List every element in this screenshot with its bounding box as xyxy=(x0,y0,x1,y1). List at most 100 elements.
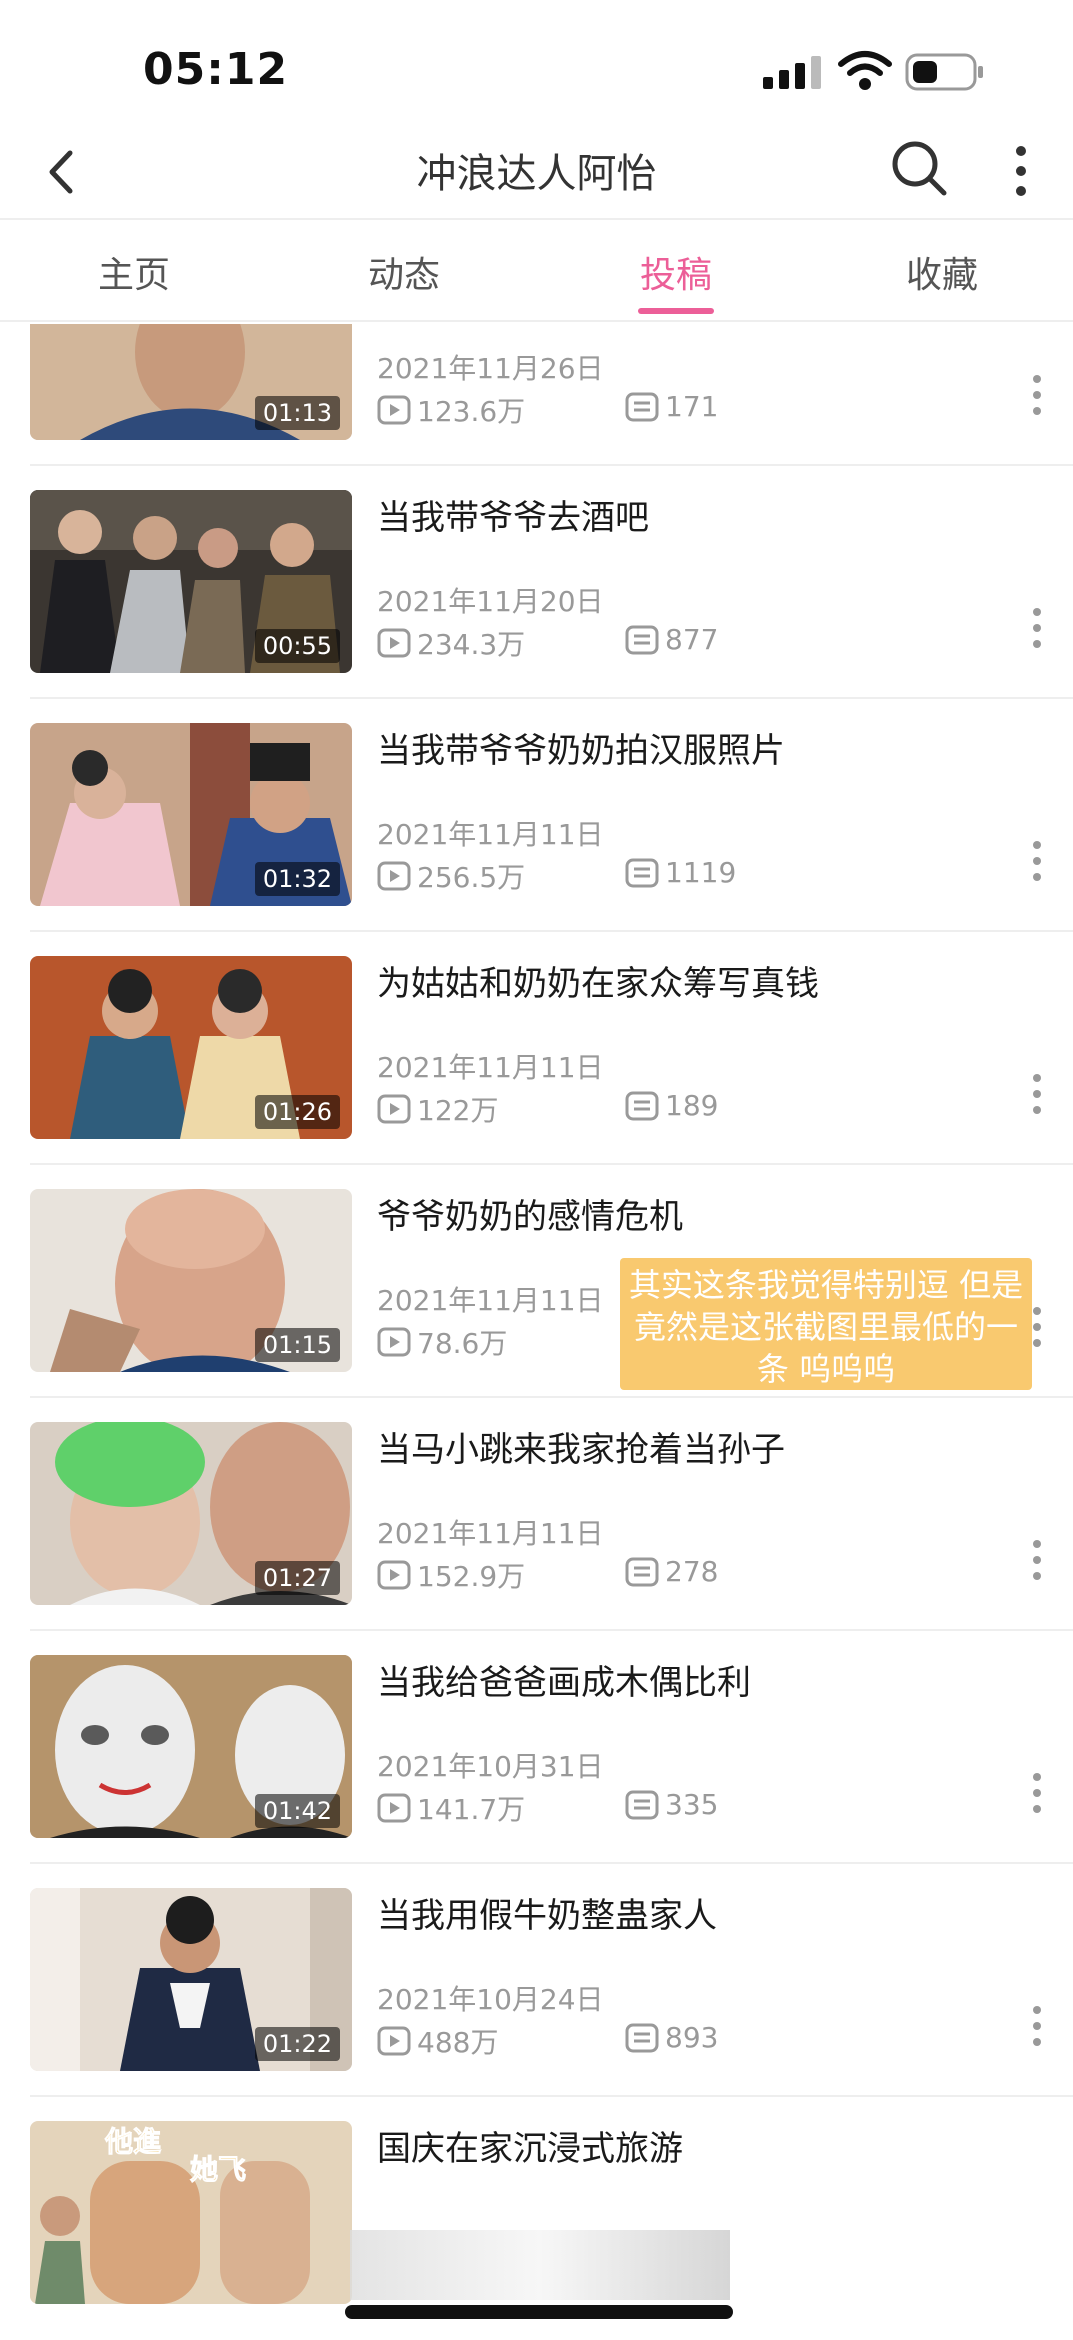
play-count-text: 122万 xyxy=(417,1094,499,1127)
play-count-text: 141.7万 xyxy=(417,1793,526,1826)
video-more-icon[interactable] xyxy=(1030,1771,1044,1815)
video-more-icon[interactable] xyxy=(1030,1305,1044,1349)
video-duration: 01:32 xyxy=(254,862,340,896)
video-more-icon[interactable] xyxy=(1030,839,1044,883)
clock: 05:12 xyxy=(143,44,289,95)
tab-activity[interactable]: 动态 xyxy=(294,246,514,298)
play-count-text: 78.6万 xyxy=(417,1327,508,1360)
video-item[interactable]: 01:26 为姑姑和奶奶在家众筹写真钱 2021年11月11日 122万 189 xyxy=(0,932,1073,1165)
video-thumbnail[interactable]: 00:55 xyxy=(30,490,352,673)
comment-count: 189 xyxy=(625,1089,718,1122)
play-count-icon xyxy=(377,861,411,891)
annotation-note: 其实这条我觉得特别逗 但是竟然是这张截图里最低的一条 呜呜呜 xyxy=(620,1258,1032,1390)
comment-count-text: 1119 xyxy=(665,856,737,889)
play-count: 122万 xyxy=(377,1089,498,1129)
video-title[interactable]: 当我用假牛奶整蛊家人 xyxy=(377,1888,717,1937)
app-screen: 05:12 冲浪达人阿怡 主页 动态 投稿 收藏 01:13 2021年11月2… xyxy=(0,0,1073,2340)
comment-count: 1119 xyxy=(625,856,736,889)
battery-icon xyxy=(905,53,983,91)
video-item[interactable]: 01:13 2021年11月26日 123.6万 171 xyxy=(0,324,1073,466)
video-thumbnail[interactable]: 01:15 xyxy=(30,1189,352,1372)
video-more-icon[interactable] xyxy=(1030,2004,1044,2048)
video-date: 2021年10月31日 xyxy=(377,1750,604,1783)
play-count-text: 234.3万 xyxy=(417,628,526,661)
search-icon[interactable] xyxy=(888,137,950,199)
video-duration: 01:42 xyxy=(254,1794,340,1828)
comment-icon xyxy=(625,625,659,654)
video-date: 2021年10月24日 xyxy=(377,1983,604,2016)
play-count-icon xyxy=(377,1793,411,1823)
video-thumbnail[interactable]: 01:32 xyxy=(30,723,352,906)
cellular-signal-icon xyxy=(763,56,821,89)
play-count-icon xyxy=(377,1327,411,1357)
play-count-icon xyxy=(377,628,411,658)
comment-count-text: 893 xyxy=(665,2021,719,2054)
comment-icon xyxy=(625,1790,659,1819)
video-thumbnail[interactable]: 01:13 xyxy=(30,324,352,440)
comment-icon xyxy=(625,1557,659,1586)
play-count: 152.9万 xyxy=(377,1555,525,1595)
video-thumbnail[interactable]: 01:27 xyxy=(30,1422,352,1605)
comment-icon xyxy=(625,858,659,887)
video-duration: 01:22 xyxy=(254,2027,340,2061)
video-title[interactable]: 爷爷奶奶的感情危机 xyxy=(377,1189,683,1238)
play-count-icon xyxy=(377,395,411,425)
more-vertical-icon[interactable] xyxy=(1006,141,1036,201)
comment-icon xyxy=(625,1091,659,1120)
video-title[interactable]: 当我带爷爷去酒吧 xyxy=(377,490,649,539)
play-count-text: 488万 xyxy=(417,2026,499,2059)
comment-count-text: 171 xyxy=(665,390,719,423)
video-date: 2021年11月11日 xyxy=(377,1051,604,1084)
video-duration: 01:27 xyxy=(254,1561,340,1595)
video-thumbnail[interactable]: 01:42 xyxy=(30,1655,352,1838)
comment-icon xyxy=(625,2023,659,2052)
profile-tabs: 主页 动态 投稿 收藏 xyxy=(0,222,1073,322)
comment-count: 335 xyxy=(625,1788,718,1821)
active-tab-indicator xyxy=(638,308,714,314)
play-count-icon xyxy=(377,1094,411,1124)
video-duration: 00:55 xyxy=(254,629,340,663)
video-duration: 01:13 xyxy=(254,396,340,430)
video-item[interactable]: 01:27 当马小跳来我家抢着当孙子 2021年11月11日 152.9万 27… xyxy=(0,1398,1073,1631)
play-count-text: 256.5万 xyxy=(417,861,526,894)
play-count-icon xyxy=(377,2026,411,2056)
play-count: 78.6万 xyxy=(377,1322,507,1362)
video-more-icon[interactable] xyxy=(1030,373,1044,417)
video-more-icon[interactable] xyxy=(1030,606,1044,650)
top-nav-bar: 冲浪达人阿怡 xyxy=(0,125,1073,220)
video-item[interactable]: 01:42 当我给爸爸画成木偶比利 2021年10月31日 141.7万 335 xyxy=(0,1631,1073,1864)
video-title[interactable]: 当我带爷爷奶奶拍汉服照片 xyxy=(377,723,785,772)
tab-posts[interactable]: 投稿 xyxy=(566,246,786,298)
tab-favorites[interactable]: 收藏 xyxy=(832,246,1052,298)
video-thumbnail[interactable]: 01:26 xyxy=(30,956,352,1139)
comment-count-text: 335 xyxy=(665,1788,719,1821)
video-title[interactable]: 当我给爸爸画成木偶比利 xyxy=(377,1655,751,1704)
play-count: 123.6万 xyxy=(377,390,525,430)
comment-icon xyxy=(625,392,659,421)
video-more-icon[interactable] xyxy=(1030,1072,1044,1116)
play-count: 141.7万 xyxy=(377,1788,525,1828)
bottom-fade xyxy=(350,2230,730,2300)
video-title[interactable]: 当马小跳来我家抢着当孙子 xyxy=(377,1422,785,1471)
comment-count-text: 877 xyxy=(665,623,719,656)
video-title[interactable]: 国庆在家沉浸式旅游 xyxy=(377,2121,683,2170)
video-duration: 01:15 xyxy=(254,1328,340,1362)
comment-count: 171 xyxy=(625,390,718,423)
video-thumbnail[interactable]: 01:22 xyxy=(30,1888,352,2071)
video-date: 2021年11月26日 xyxy=(377,352,604,385)
comment-count: 893 xyxy=(625,2021,718,2054)
home-indicator[interactable] xyxy=(345,2305,733,2319)
video-date: 2021年11月11日 xyxy=(377,818,604,851)
play-count: 488万 xyxy=(377,2021,498,2061)
video-item[interactable]: 01:32 当我带爷爷奶奶拍汉服照片 2021年11月11日 256.5万 11… xyxy=(0,699,1073,932)
video-date: 2021年11月20日 xyxy=(377,585,604,618)
video-item[interactable]: 01:22 当我用假牛奶整蛊家人 2021年10月24日 488万 893 xyxy=(0,1864,1073,2097)
video-thumbnail[interactable]: 他進 她飞 xyxy=(30,2121,352,2304)
play-count-icon xyxy=(377,1560,411,1590)
comment-count-text: 278 xyxy=(665,1555,719,1588)
video-item[interactable]: 00:55 当我带爷爷去酒吧 2021年11月20日 234.3万 877 xyxy=(0,466,1073,699)
tab-home[interactable]: 主页 xyxy=(24,246,244,298)
thumbnail-overlay-text: 他進 xyxy=(104,2125,161,2158)
video-more-icon[interactable] xyxy=(1030,1538,1044,1582)
video-title[interactable]: 为姑姑和奶奶在家众筹写真钱 xyxy=(377,956,819,1005)
